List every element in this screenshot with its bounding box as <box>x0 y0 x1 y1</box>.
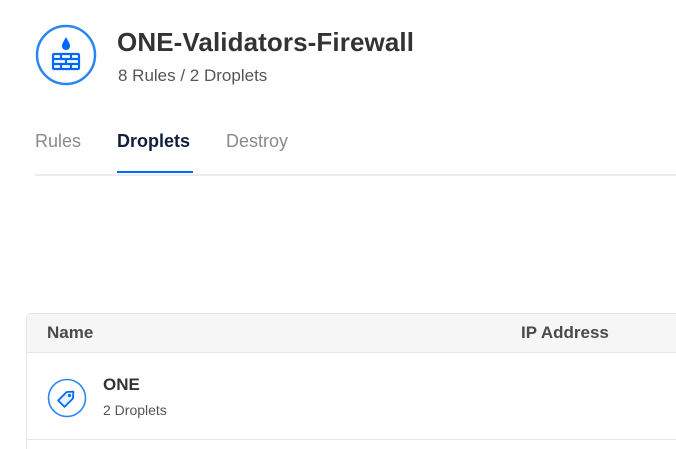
column-header-name[interactable]: Name <box>47 323 93 343</box>
tab-bar: Rules Droplets Destroy <box>35 128 676 176</box>
row-droplet-count: 2 Droplets <box>103 402 167 418</box>
column-header-ip-address[interactable]: IP Address <box>521 323 609 343</box>
page-title: ONE-Validators-Firewall <box>117 27 415 57</box>
tab-droplets[interactable]: Droplets <box>117 131 190 152</box>
firewall-detail-page: ONE-Validators-Firewall 8 Rules / 2 Drop… <box>0 0 676 449</box>
table-row[interactable]: ONE 2 Droplets <box>27 353 676 440</box>
row-name[interactable]: ONE <box>103 375 140 395</box>
firewall-icon <box>35 24 97 86</box>
page-subtitle: 8 Rules / 2 Droplets <box>118 66 268 85</box>
tab-rules[interactable]: Rules <box>35 131 81 152</box>
tab-destroy[interactable]: Destroy <box>226 131 288 152</box>
active-tab-indicator <box>117 171 193 173</box>
table-header: Name IP Address <box>27 314 676 353</box>
tag-icon <box>47 378 87 418</box>
droplets-table: Name IP Address ONE 2 Droplets <box>26 313 676 449</box>
